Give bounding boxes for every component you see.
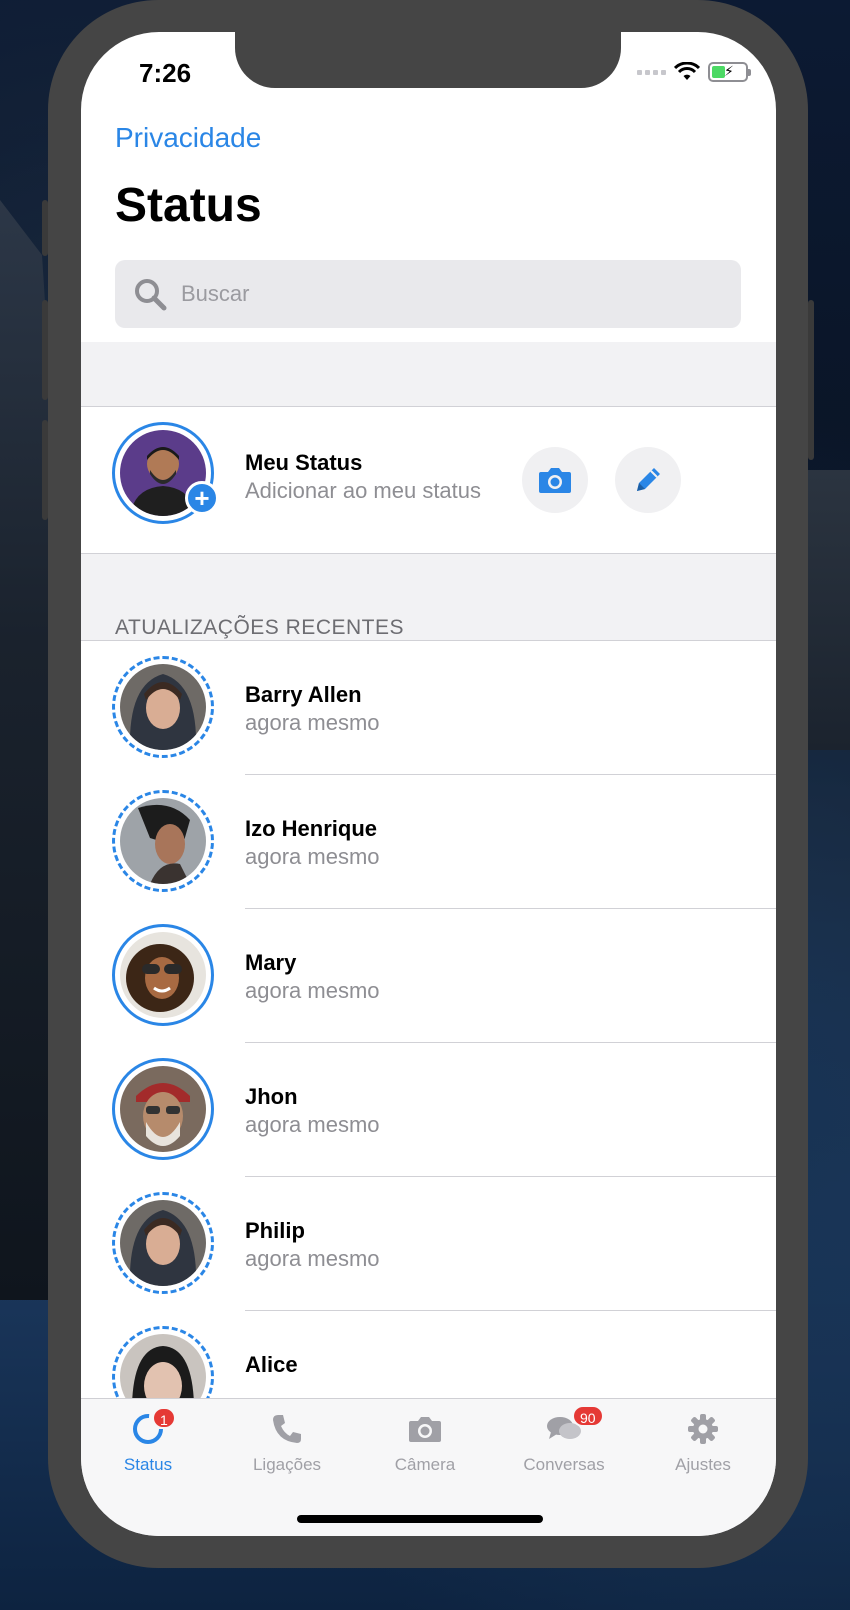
cellular-signal-icon	[637, 69, 666, 75]
status-bar-icons: ⚡	[637, 62, 751, 82]
my-status-subtitle: Adicionar ao meu status	[245, 478, 482, 503]
camera-icon	[539, 468, 571, 493]
status-list-item[interactable]: Barry Allen agora mesmo	[81, 641, 776, 775]
status-list-item[interactable]: Jhon agora mesmo	[81, 1043, 776, 1177]
battery-icon: ⚡	[708, 62, 751, 82]
avatar-photo	[120, 1066, 206, 1152]
phone-icon	[273, 1415, 301, 1443]
avatar-photo	[120, 798, 206, 884]
tab-chats[interactable]: 90 Conversas	[504, 1405, 624, 1487]
volume-up-button	[42, 300, 48, 400]
contact-avatar	[112, 924, 214, 1026]
volume-down-button	[42, 420, 48, 520]
add-status-plus-icon[interactable]: +	[185, 481, 219, 515]
status-list-item[interactable]: Mary agora mesmo	[81, 909, 776, 1043]
tab-bar: 1 Status Ligações Câmera 90 Conversas Aj…	[81, 1398, 776, 1536]
avatar-photo	[120, 1200, 206, 1286]
tab-label: Câmera	[394, 1455, 456, 1474]
tab-label: Ajustes	[675, 1455, 731, 1474]
avatar-photo	[120, 664, 206, 750]
contact-name: Philip	[245, 1218, 305, 1243]
contact-name: Alice	[245, 1352, 298, 1377]
phone-notch	[235, 32, 621, 88]
contact-status-time: agora mesmo	[245, 710, 380, 735]
gear-icon	[688, 1414, 718, 1444]
unread-chats-badge: 90	[572, 1405, 604, 1427]
contact-status-time: agora mesmo	[245, 1246, 380, 1271]
mute-switch	[42, 200, 48, 256]
tab-label: Status	[123, 1455, 173, 1474]
contact-avatar	[112, 1058, 214, 1160]
contact-name: Izo Henrique	[245, 816, 378, 841]
my-status-avatar[interactable]: +	[112, 422, 219, 524]
contact-name: Jhon	[245, 1084, 298, 1109]
search-placeholder: Buscar	[181, 281, 250, 306]
privacy-link[interactable]: Privacidade	[115, 122, 261, 154]
section-spacer	[81, 342, 776, 406]
contact-name: Barry Allen	[245, 682, 362, 707]
search-bar[interactable]: Buscar	[115, 260, 741, 328]
contact-avatar	[112, 1192, 214, 1294]
my-status-row[interactable]: + Meu Status Adicionar ao meu status	[81, 407, 776, 553]
contact-status-time: agora mesmo	[245, 1112, 380, 1137]
recent-updates-header: ATUALIZAÇÕES RECENTES	[115, 616, 404, 639]
camera-button[interactable]	[522, 447, 588, 513]
tab-camera[interactable]: Câmera	[365, 1407, 485, 1487]
contact-name: Mary	[245, 950, 297, 975]
side-button	[808, 300, 814, 460]
contact-status-time: agora mesmo	[245, 978, 380, 1003]
camera-icon	[409, 1417, 441, 1442]
home-indicator[interactable]	[297, 1515, 543, 1523]
wifi-icon	[674, 62, 700, 80]
tab-settings[interactable]: Ajustes	[643, 1407, 763, 1487]
search-icon	[135, 279, 167, 311]
contact-status-time: agora mesmo	[245, 844, 380, 869]
my-status-name: Meu Status	[245, 450, 363, 475]
avatar-photo	[120, 932, 206, 1018]
tab-calls[interactable]: Ligações	[227, 1407, 347, 1487]
tab-status[interactable]: 1 Status	[88, 1407, 208, 1487]
status-bar-time: 7:26	[139, 58, 192, 88]
pencil-icon	[637, 468, 660, 491]
status-list-item[interactable]: Philip agora mesmo	[81, 1177, 776, 1311]
tab-label: Conversas	[523, 1455, 605, 1474]
status-list-item[interactable]: Izo Henrique agora mesmo	[81, 775, 776, 909]
page-title: Status	[115, 179, 262, 232]
status-badge: 1	[152, 1407, 176, 1429]
tab-label: Ligações	[252, 1455, 322, 1474]
contact-avatar	[112, 790, 214, 892]
contact-avatar	[112, 656, 214, 758]
edit-text-status-button[interactable]	[615, 447, 681, 513]
phone-screen: 7:26 ⚡ Privacidade Status Buscar + Meu S…	[81, 32, 776, 1536]
